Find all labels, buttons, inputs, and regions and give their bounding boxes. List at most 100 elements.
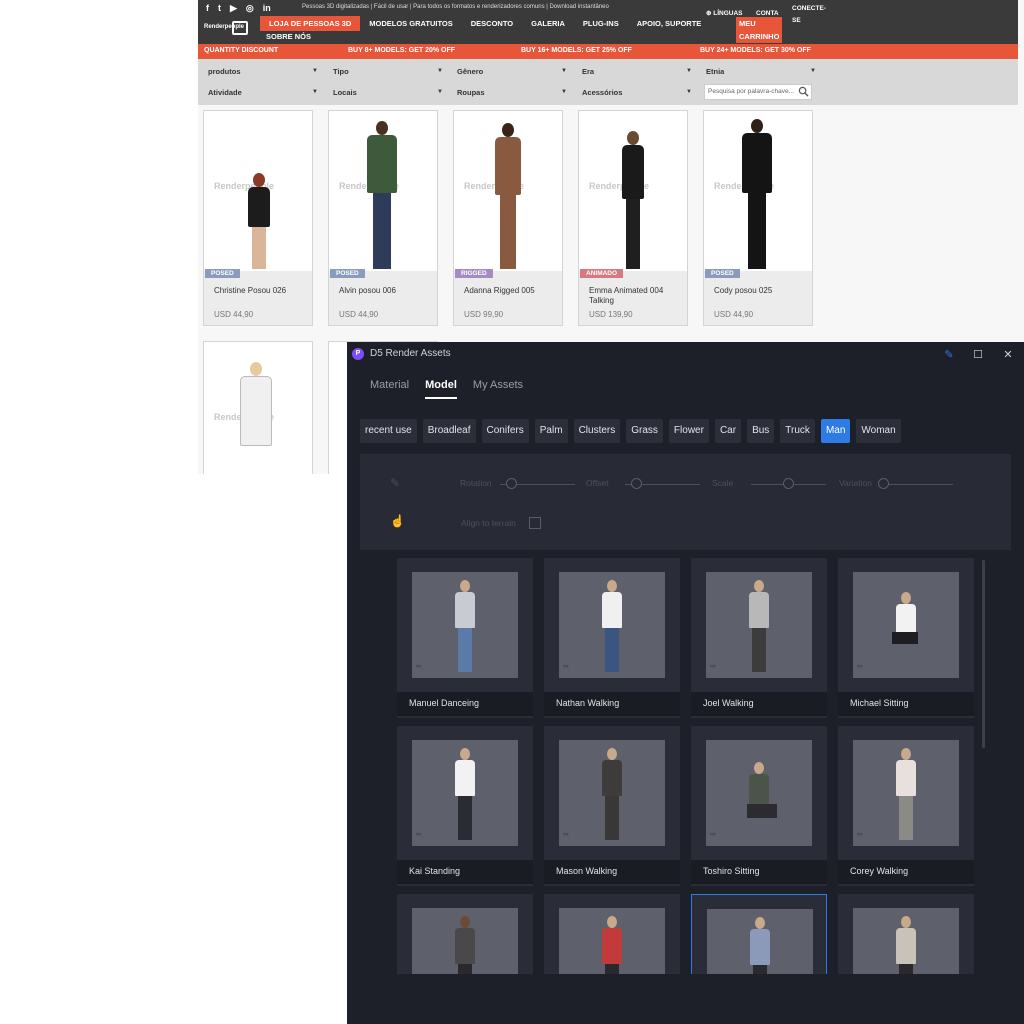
- filter-gender[interactable]: Gênero: [457, 67, 567, 81]
- product-card[interactable]: Renderpeople POSED Christine Posou 026 U…: [203, 110, 313, 326]
- asset-card[interactable]: ≈≈ Corey Walking: [838, 726, 974, 886]
- filter-accessories[interactable]: Acessórios: [582, 88, 692, 102]
- asset-thumbnail[interactable]: [412, 908, 518, 974]
- twitter-icon[interactable]: t: [218, 3, 221, 14]
- filter-age[interactable]: Era: [582, 67, 692, 81]
- chip-car[interactable]: Car: [714, 419, 742, 443]
- product-card[interactable]: Renderpeople POSED Alvin posou 006 USD 4…: [328, 110, 438, 326]
- product-image[interactable]: Renderpeople: [204, 111, 312, 271]
- product-name[interactable]: Emma Animated 004 Talking: [589, 286, 681, 306]
- product-card[interactable]: Renderpeople POSED Cody posou 025 USD 44…: [703, 110, 813, 326]
- asset-card[interactable]: [838, 894, 974, 974]
- asset-thumbnail[interactable]: [559, 908, 665, 974]
- asset-card[interactable]: ≈≈ Joel Walking: [691, 558, 827, 718]
- product-card[interactable]: Renderpeople RIGGED Adanna Rigged 005 US…: [453, 110, 563, 326]
- window-titlebar[interactable]: P D5 Render Assets ✎ ☐ ✕: [347, 342, 1024, 368]
- chip-palm[interactable]: Palm: [534, 419, 568, 443]
- login-link[interactable]: CONECTE- SE: [792, 3, 826, 27]
- asset-card[interactable]: ≈≈ Mason Walking: [544, 726, 680, 886]
- asset-card[interactable]: ≈≈ Toshiro Sitting: [691, 726, 827, 886]
- chip-broadleaf[interactable]: Broadleaf: [422, 419, 476, 443]
- chip-conifers[interactable]: Conifers: [481, 419, 529, 443]
- product-name[interactable]: Adanna Rigged 005: [464, 286, 556, 296]
- pin-icon[interactable]: ✎: [942, 348, 956, 362]
- product-name[interactable]: Cody posou 025: [714, 286, 806, 296]
- maximize-icon[interactable]: ☐: [971, 348, 985, 362]
- product-name[interactable]: Alvin posou 006: [339, 286, 431, 296]
- nav-gallery[interactable]: GALERIA: [522, 16, 574, 31]
- asset-thumbnail[interactable]: ≈≈: [706, 740, 812, 846]
- asset-thumbnail[interactable]: ≈≈: [853, 740, 959, 846]
- asset-thumbnail[interactable]: ≈≈: [412, 572, 518, 678]
- facebook-icon[interactable]: f: [206, 3, 209, 14]
- asset-card[interactable]: [397, 894, 533, 974]
- chip-woman[interactable]: Woman: [856, 419, 901, 443]
- slider-variation-knob[interactable]: [878, 478, 889, 489]
- chip-clusters[interactable]: Clusters: [573, 419, 621, 443]
- asset-thumbnail[interactable]: [707, 909, 813, 974]
- tab-model[interactable]: Model: [425, 379, 457, 399]
- slider-variation[interactable]: [878, 484, 953, 485]
- asset-grid-scrollbar[interactable]: [982, 560, 985, 748]
- slider-rotation-knob[interactable]: [506, 478, 517, 489]
- nav-free-models[interactable]: MODELOS GRATUITOS: [360, 16, 461, 31]
- site-logo[interactable]: Renderpeople: [204, 18, 252, 38]
- chip-flower[interactable]: Flower: [668, 419, 709, 443]
- asset-thumbnail[interactable]: ≈≈: [559, 740, 665, 846]
- filter-ethnicity[interactable]: Etnia: [706, 67, 816, 81]
- close-icon[interactable]: ✕: [1001, 348, 1015, 362]
- nav-plugins[interactable]: PLUG-INS: [574, 16, 628, 31]
- asset-card[interactable]: ≈≈ Manuel Danceing: [397, 558, 533, 718]
- nav-about[interactable]: SOBRE NÓS: [266, 32, 311, 41]
- languages-menu[interactable]: ⊕ LÍNGUAS: [706, 9, 743, 17]
- brush-icon[interactable]: ✎: [390, 476, 404, 490]
- filter-type[interactable]: Tipo: [333, 67, 443, 81]
- keyword-search-input[interactable]: Pesquisa por palavra-chave...: [704, 84, 812, 100]
- cart-button[interactable]: MEU CARRINHO: [736, 17, 782, 43]
- chip-recent-use[interactable]: recent use: [360, 419, 417, 443]
- tab-material[interactable]: Material: [370, 379, 409, 399]
- filter-clothing[interactable]: Roupas: [457, 88, 567, 102]
- person-figure: [896, 916, 916, 974]
- product-image[interactable]: Renderpeople: [204, 342, 312, 474]
- slider-offset-knob[interactable]: [631, 478, 642, 489]
- chip-truck[interactable]: Truck: [780, 419, 815, 443]
- slider-scale-knob[interactable]: [783, 478, 794, 489]
- account-link[interactable]: CONTA: [756, 10, 779, 17]
- chip-man[interactable]: Man: [820, 419, 851, 443]
- product-name[interactable]: Christine Posou 026: [214, 286, 306, 296]
- filter-activity[interactable]: Atividade: [208, 88, 318, 102]
- asset-thumbnail[interactable]: ≈≈: [853, 572, 959, 678]
- product-image[interactable]: Renderpeople: [454, 111, 562, 271]
- asset-thumbnail[interactable]: ≈≈: [559, 572, 665, 678]
- logo-mark-icon: [232, 21, 248, 35]
- product-image[interactable]: Renderpeople: [579, 111, 687, 271]
- product-card[interactable]: Renderpeople ANIMADO Emma Animated 004 T…: [578, 110, 688, 326]
- align-to-terrain-checkbox[interactable]: [529, 517, 541, 529]
- chip-grass[interactable]: Grass: [626, 419, 663, 443]
- chip-bus[interactable]: Bus: [747, 419, 775, 443]
- filter-products[interactable]: produtos: [208, 67, 318, 81]
- product-card[interactable]: Renderpeople: [203, 341, 313, 474]
- nav-support[interactable]: APOIO, SUPORTE: [628, 16, 711, 31]
- asset-thumbnail[interactable]: [853, 908, 959, 974]
- asset-card[interactable]: ≈≈ Kai Standing: [397, 726, 533, 886]
- asset-thumbnail[interactable]: ≈≈: [412, 740, 518, 846]
- youtube-icon[interactable]: ▶: [230, 3, 237, 14]
- asset-thumbnail[interactable]: ≈≈: [706, 572, 812, 678]
- nav-discount[interactable]: DESCONTO: [462, 16, 522, 31]
- instagram-icon[interactable]: ◎: [246, 3, 254, 14]
- hand-icon[interactable]: ☝: [390, 514, 405, 528]
- search-icon[interactable]: [798, 86, 809, 97]
- nav-3d-people-store[interactable]: LOJA DE PESSOAS 3D: [260, 16, 361, 31]
- asset-card-selected[interactable]: [691, 894, 827, 974]
- asset-card[interactable]: ≈≈ Nathan Walking: [544, 558, 680, 718]
- product-image[interactable]: Renderpeople: [704, 111, 812, 271]
- asset-card[interactable]: [544, 894, 680, 974]
- product-image[interactable]: Renderpeople: [329, 111, 437, 271]
- linkedin-icon[interactable]: in: [263, 3, 271, 14]
- filter-bar: produtos Tipo Gênero Era Etnia Atividade…: [198, 59, 1018, 105]
- asset-card[interactable]: ≈≈ Michael Sitting: [838, 558, 974, 718]
- tab-my-assets[interactable]: My Assets: [473, 379, 523, 399]
- filter-locations[interactable]: Locais: [333, 88, 443, 102]
